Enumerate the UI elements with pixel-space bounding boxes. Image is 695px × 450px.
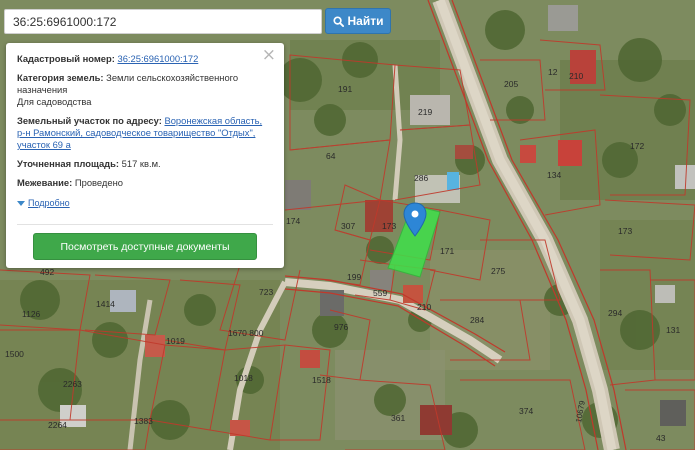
parcel-label: 1518 [312,375,331,385]
map-viewport[interactable]: 191 219 64 286 307 173 171 199 559 210 2… [0,0,695,450]
search-input[interactable] [5,10,321,33]
cadastral-number-row: Кадастровый номер: 36:25:6961000:172 [17,53,273,65]
cadastral-number-label: Кадастровый номер: [17,53,115,64]
search-icon [332,15,344,27]
parcel-label: 205 [504,79,518,89]
survey-row: Межевание: Проведено [17,177,273,189]
parcel-label: 174 [286,216,300,226]
parcel-label: 284 [470,315,484,325]
parcel-info-panel: × Кадастровый номер: 36:25:6961000:172 К… [6,43,284,268]
parcel-label: 12 [548,67,558,77]
parcel-label: 1670 800 [228,328,264,338]
caret-down-icon [17,200,25,206]
panel-divider [17,224,273,225]
parcel-label: 173 [382,221,396,231]
parcel-label: 1500 [5,349,24,359]
parcel-label: 294 [608,308,622,318]
parcel-label: 1019 [166,336,185,346]
address-label: Земельный участок по адресу: [17,115,162,126]
parcel-label: 1018 [234,373,253,383]
parcel-label: 191 [338,84,352,94]
parcel-label: 2264 [48,420,67,430]
details-link[interactable]: Подробно [28,197,70,209]
parcel-label: 275 [491,266,505,276]
parcel-label: 210 [569,71,583,81]
search-box[interactable] [4,9,322,34]
address-row: Земельный участок по адресу: Воронежская… [17,115,273,151]
parcel-label: 286 [414,173,428,183]
parcel-label: 976 [334,322,348,332]
parcel-label: 374 [519,406,533,416]
parcel-label: 64 [326,151,336,161]
parcel-label: 723 [259,287,273,297]
parcel-label: 307 [341,221,355,231]
area-label: Уточненная площадь: [17,158,120,169]
cadastral-number-link[interactable]: 36:25:6961000:172 [117,53,198,64]
parcel-label: 171 [440,246,454,256]
area-value: 517 кв.м. [121,158,161,169]
parcel-label: 361 [391,413,405,423]
parcel-label: 131 [666,325,680,335]
parcel-label: 134 [547,170,561,180]
land-category-row: Категория земель: Земли сельскохозяйстве… [17,72,273,108]
parcel-label: 43 [656,433,666,443]
parcel-label: 1126 [22,309,41,319]
parcel-label: 2263 [63,379,82,389]
details-toggle[interactable]: Подробно [17,197,70,209]
land-use-value: Для садоводства [17,96,92,107]
parcel-label: 559 [373,288,387,298]
parcel-label: 210 [417,302,431,312]
parcel-label: 219 [418,107,432,117]
search-button-label: Найти [347,14,384,28]
parcel-label: 199 [347,272,361,282]
survey-label: Межевание: [17,177,73,188]
parcel-label: 173 [618,226,632,236]
parcel-label: 492 [40,267,54,277]
area-row: Уточненная площадь: 517 кв.м. [17,158,273,170]
parcel-label: 172 [630,141,644,151]
search-button[interactable]: Найти [325,8,391,34]
parcel-label: 1383 [134,416,153,426]
close-icon[interactable]: × [262,47,276,64]
view-documents-button[interactable]: Посмотреть доступные документы [33,233,257,260]
land-category-label: Категория земель: [17,72,104,83]
parcel-label: 1414 [96,299,115,309]
survey-value: Проведено [74,177,123,188]
